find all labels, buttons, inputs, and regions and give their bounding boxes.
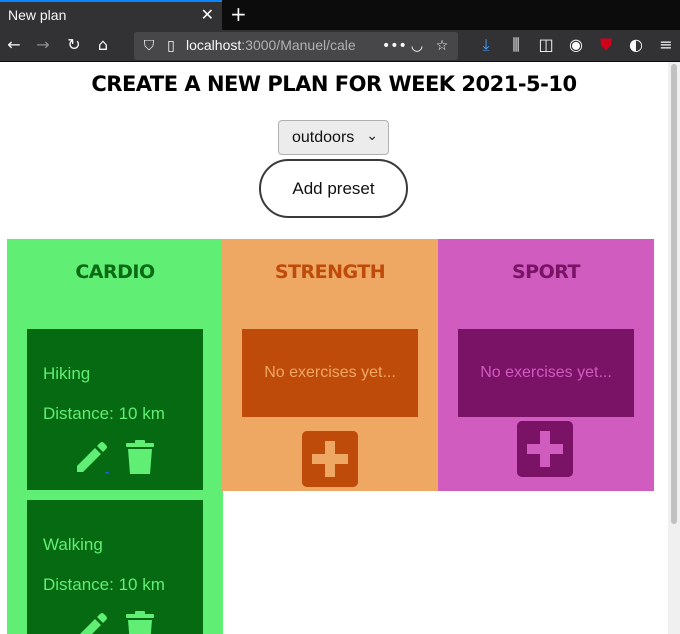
reload-icon[interactable]: ↻ <box>64 35 84 55</box>
exercise-distance: Distance: 10 km <box>43 404 165 423</box>
scrollbar-thumb[interactable] <box>671 64 677 524</box>
trash-icon[interactable] <box>125 610 155 634</box>
bookmark-star-icon[interactable]: ☆ <box>433 37 451 55</box>
cardio-column: CARDIO Hiking Distance: 10 km Walking Di… <box>7 239 223 634</box>
url-path: :3000/Manuel/cale <box>241 37 356 53</box>
downloads-icon[interactable]: ⤓ <box>476 35 496 55</box>
sport-column: SPORT No exercises yet... <box>438 239 654 491</box>
close-tab-icon[interactable]: ✕ <box>201 5 214 24</box>
page-content: CREATE A NEW PLAN FOR WEEK 2021-5-10 out… <box>0 62 668 634</box>
add-exercise-button[interactable] <box>517 421 573 477</box>
exercise-distance: Distance: 10 km <box>43 575 165 594</box>
page-scrollbar[interactable] <box>668 62 680 634</box>
strength-column: STRENGTH No exercises yet... <box>222 239 438 491</box>
account-icon[interactable]: ◉ <box>566 35 586 55</box>
page-icon[interactable]: ▯ <box>162 37 180 55</box>
column-title-strength: STRENGTH <box>274 261 386 283</box>
chevron-down-icon: ⌄ <box>366 127 378 143</box>
preset-select-value: outdoors <box>292 129 355 146</box>
add-preset-button[interactable]: Add preset <box>259 159 408 218</box>
column-title-sport: SPORT <box>512 261 581 283</box>
url-text[interactable]: localhost:3000/Manuel/cale <box>186 37 382 53</box>
empty-exercises-message: No exercises yet... <box>242 329 418 417</box>
menu-icon[interactable]: ≡ <box>656 35 676 55</box>
tab-title: New plan <box>8 7 67 23</box>
add-exercise-button[interactable] <box>302 431 358 487</box>
new-tab-button[interactable]: + <box>230 2 247 26</box>
forward-icon[interactable]: → <box>33 35 53 55</box>
exercise-name: Hiking <box>43 364 91 383</box>
empty-exercises-message: No exercises yet... <box>458 329 634 417</box>
page-actions-icon[interactable]: ••• <box>382 37 407 55</box>
browser-nav-bar: ← → ↻ ⌂ ⛉ ▯ localhost:3000/Manuel/cale •… <box>0 30 680 62</box>
browser-tab-bar: New plan ✕ + <box>0 0 680 30</box>
url-bar[interactable]: ⛉ ▯ localhost:3000/Manuel/cale ••• ◡ ☆ <box>134 32 458 60</box>
pencil-icon[interactable] <box>73 439 109 475</box>
back-icon[interactable]: ← <box>4 35 24 55</box>
exercise-name: Walking <box>43 535 103 554</box>
exercise-card: Walking Distance: 10 km <box>27 500 203 634</box>
sidebar-icon[interactable]: ◫ <box>536 35 556 55</box>
pocket-icon[interactable]: ◡ <box>408 37 426 55</box>
browser-tab[interactable]: New plan ✕ <box>0 0 222 30</box>
ublock-icon[interactable]: ⛊ <box>596 35 616 55</box>
column-title-cardio: CARDIO <box>75 261 155 283</box>
preset-select[interactable]: outdoors ⌄ <box>278 120 389 155</box>
extension-icon[interactable]: ◐ <box>626 35 646 55</box>
pencil-icon[interactable] <box>73 610 109 634</box>
exercise-card: Hiking Distance: 10 km <box>27 329 203 490</box>
page-title: CREATE A NEW PLAN FOR WEEK 2021-5-10 <box>91 72 577 96</box>
library-icon[interactable]: ⫼ <box>506 35 526 55</box>
home-icon[interactable]: ⌂ <box>93 35 113 55</box>
url-host: localhost <box>186 37 242 53</box>
shield-icon[interactable]: ⛉ <box>140 37 158 55</box>
trash-icon[interactable] <box>125 439 155 475</box>
